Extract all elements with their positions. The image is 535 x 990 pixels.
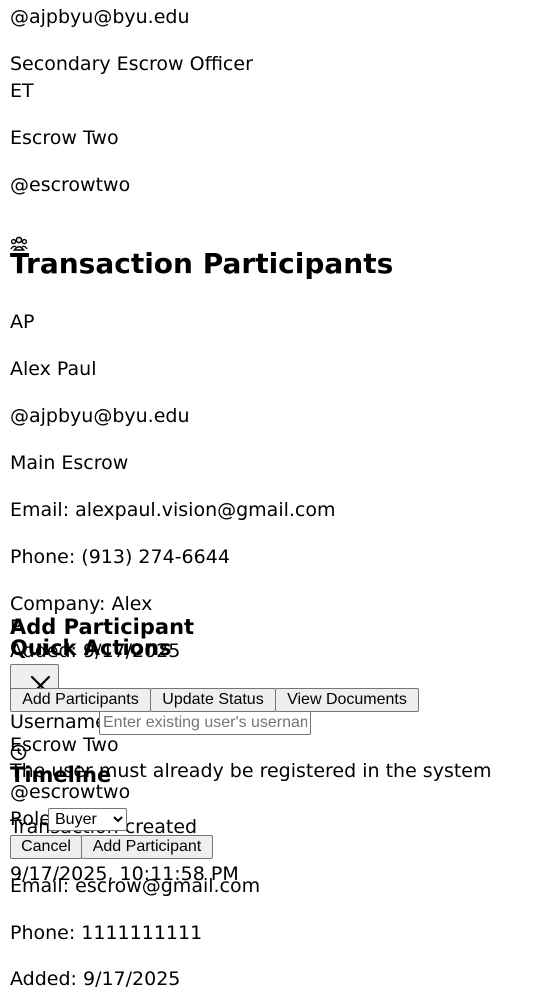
username-label: Username: [10, 711, 107, 733]
secondary-email-handle: @ajpbyu@byu.edu: [10, 6, 190, 28]
participant-2-phone: Phone: 1111111111: [10, 922, 203, 944]
participant-2-added: Added: 9/17/2025: [10, 968, 181, 990]
timeline-title: Timeline: [10, 763, 112, 787]
view-documents-button[interactable]: View Documents: [275, 688, 419, 712]
role-select[interactable]: Buyer: [48, 808, 127, 831]
secondary-handle: @escrowtwo: [10, 174, 131, 196]
cancel-button[interactable]: Cancel: [10, 835, 82, 859]
participant-1-handle: @ajpbyu@byu.edu: [10, 405, 190, 427]
secondary-initials: ET: [10, 80, 34, 102]
participant-1-role: Main Escrow: [10, 452, 129, 474]
participant-1-company: Company: Alex: [10, 593, 153, 615]
secondary-role: Secondary Escrow Officer: [10, 53, 253, 75]
username-input[interactable]: [99, 710, 311, 735]
participant-1-initials: AP: [10, 311, 35, 333]
participant-1-name: Alex Paul: [10, 358, 97, 380]
participant-1-phone: Phone: (913) 274-6644: [10, 546, 230, 568]
participant-1-email: Email: alexpaul.vision@gmail.com: [10, 499, 336, 521]
participants-title: Transaction Participants: [10, 247, 394, 280]
timeline-timestamp: 9/17/2025, 10:11:58 PM: [10, 863, 239, 885]
role-label: Role: [10, 808, 51, 830]
clock-icon: [10, 744, 27, 761]
add-participants-button[interactable]: Add Participants: [10, 688, 151, 712]
quick-actions-title: Quick Actions: [10, 636, 172, 660]
secondary-name: Escrow Two: [10, 127, 119, 149]
add-participant-submit-button[interactable]: Add Participant: [81, 835, 213, 859]
update-status-button[interactable]: Update Status: [150, 688, 276, 712]
